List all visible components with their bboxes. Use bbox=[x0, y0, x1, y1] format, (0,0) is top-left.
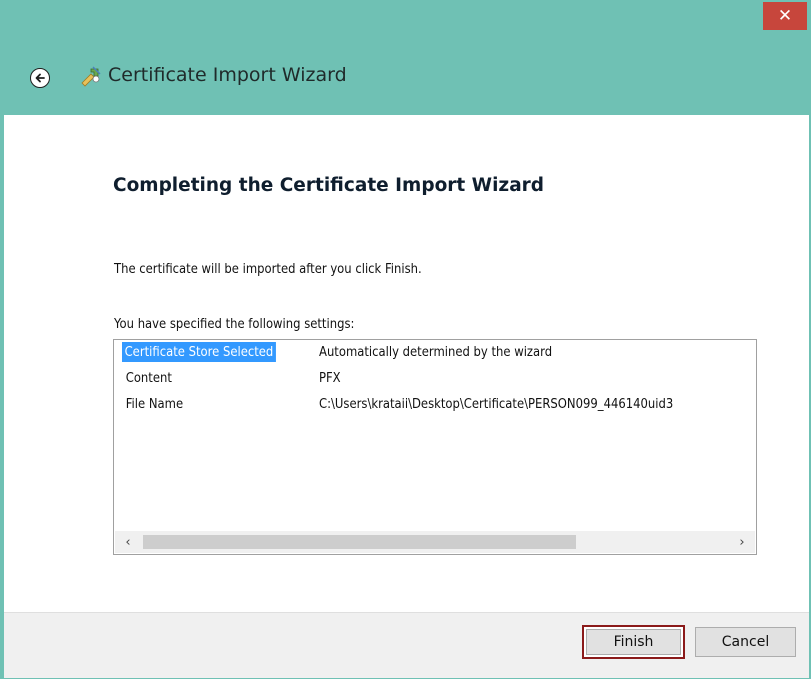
settings-row[interactable]: Certificate Store Selected Automatically… bbox=[114, 340, 756, 363]
chevron-right-icon: › bbox=[739, 534, 745, 550]
description-text: The certificate will be imported after y… bbox=[114, 261, 422, 277]
setting-value: C:\Users\krataii\Desktop\Certificate\PER… bbox=[319, 396, 674, 412]
page-heading: Completing the Certificate Import Wizard bbox=[113, 175, 545, 196]
settings-label: You have specified the following setting… bbox=[114, 316, 355, 332]
chevron-left-icon: ‹ bbox=[125, 534, 131, 550]
wizard-window: ✕ Certificate Import Wizard Completing t… bbox=[0, 0, 811, 679]
scroll-left-button[interactable]: ‹ bbox=[117, 531, 139, 553]
wizard-footer: Finish Cancel bbox=[4, 612, 809, 678]
settings-row[interactable]: Content PFX bbox=[114, 366, 756, 389]
setting-value: PFX bbox=[319, 370, 341, 386]
wizard-content: Completing the Certificate Import Wizard… bbox=[4, 115, 809, 612]
setting-name: Certificate Store Selected bbox=[122, 342, 276, 362]
settings-list[interactable]: Certificate Store Selected Automatically… bbox=[113, 339, 757, 555]
certificate-icon bbox=[81, 66, 101, 87]
setting-value: Automatically determined by the wizard bbox=[319, 344, 553, 360]
wizard-title: Certificate Import Wizard bbox=[108, 64, 347, 86]
wizard-header: Certificate Import Wizard bbox=[2, 46, 809, 112]
horizontal-scrollbar[interactable]: ‹ › bbox=[115, 531, 755, 553]
scroll-thumb[interactable] bbox=[143, 535, 576, 549]
finish-button[interactable]: Finish bbox=[582, 625, 685, 659]
settings-row[interactable]: File Name C:\Users\krataii\Desktop\Certi… bbox=[114, 392, 756, 415]
close-button[interactable]: ✕ bbox=[763, 2, 807, 30]
finish-label: Finish bbox=[613, 634, 654, 650]
scroll-right-button[interactable]: › bbox=[731, 531, 753, 553]
setting-name: Content bbox=[125, 370, 172, 386]
cancel-button[interactable]: Cancel bbox=[695, 627, 796, 657]
close-icon: ✕ bbox=[777, 6, 793, 26]
back-button[interactable] bbox=[30, 68, 50, 88]
title-bar: ✕ bbox=[2, 2, 809, 44]
back-arrow-icon bbox=[35, 73, 45, 83]
setting-name: File Name bbox=[125, 396, 184, 412]
cancel-label: Cancel bbox=[721, 634, 770, 650]
